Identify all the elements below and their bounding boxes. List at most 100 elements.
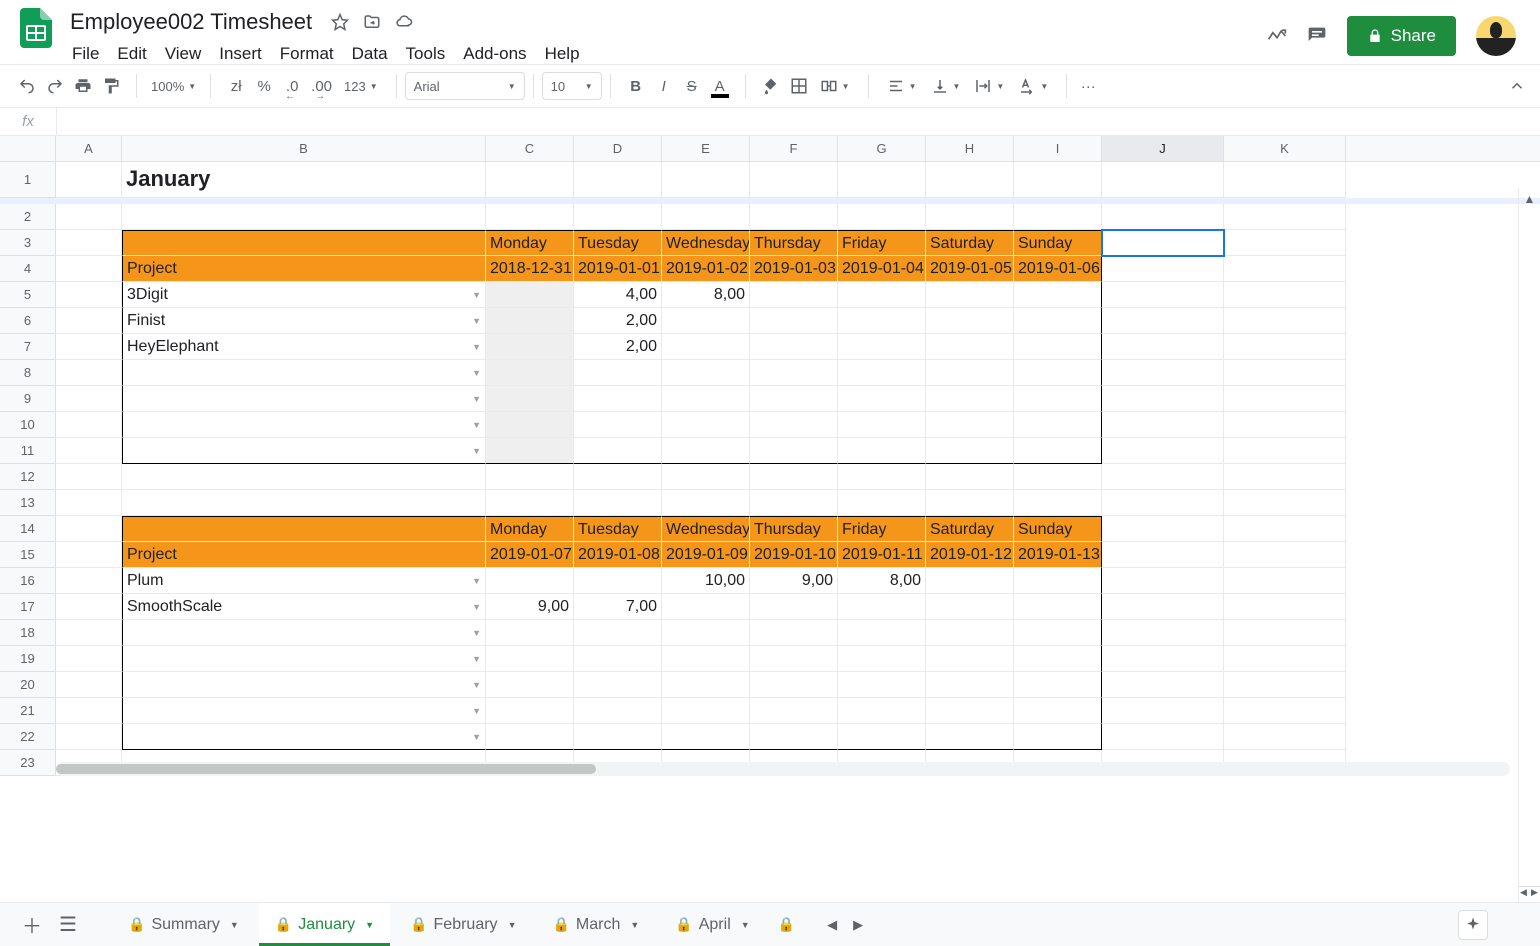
cell[interactable]: Tuesday xyxy=(574,516,662,542)
cell[interactable]: ▼ xyxy=(122,438,486,464)
borders-button[interactable] xyxy=(786,72,812,100)
row-header[interactable]: 18 xyxy=(0,620,56,646)
column-header-H[interactable]: H xyxy=(926,136,1014,161)
cell[interactable] xyxy=(750,334,838,360)
row-header[interactable]: 23 xyxy=(0,750,56,776)
font-family-dropdown[interactable]: Arial▼ xyxy=(405,72,525,100)
cell[interactable] xyxy=(574,646,662,672)
currency-button[interactable]: zł xyxy=(223,72,249,100)
cell[interactable] xyxy=(486,490,574,516)
cell[interactable] xyxy=(1014,162,1102,198)
cell[interactable] xyxy=(838,646,926,672)
all-sheets-button[interactable]: ☰ xyxy=(52,909,84,941)
cell[interactable] xyxy=(1014,568,1102,594)
column-header-I[interactable]: I xyxy=(1014,136,1102,161)
cell[interactable] xyxy=(926,646,1014,672)
cell[interactable] xyxy=(1224,386,1346,412)
cell[interactable]: ▼ xyxy=(122,412,486,438)
paint-format-icon[interactable] xyxy=(98,72,124,100)
cell[interactable] xyxy=(1102,308,1224,334)
cell[interactable]: 2019-01-05 xyxy=(926,256,1014,282)
cell[interactable]: Monday xyxy=(486,230,574,256)
row-header[interactable]: 12 xyxy=(0,464,56,490)
cell[interactable] xyxy=(662,464,750,490)
add-sheet-button[interactable]: ＋ xyxy=(16,909,48,941)
cell[interactable] xyxy=(1102,386,1224,412)
menu-tools[interactable]: Tools xyxy=(398,40,454,68)
column-header-E[interactable]: E xyxy=(662,136,750,161)
cell[interactable] xyxy=(1102,162,1224,198)
formula-input[interactable] xyxy=(56,108,1540,135)
cell[interactable] xyxy=(662,204,750,230)
cell[interactable] xyxy=(926,162,1014,198)
cell[interactable] xyxy=(486,620,574,646)
dropdown-arrow-icon[interactable]: ▼ xyxy=(472,672,481,698)
cell[interactable] xyxy=(1014,438,1102,464)
cell[interactable] xyxy=(926,724,1014,750)
cell[interactable] xyxy=(1014,724,1102,750)
cell[interactable] xyxy=(574,360,662,386)
cell[interactable]: 2019-01-04 xyxy=(838,256,926,282)
move-folder-icon[interactable] xyxy=(362,12,382,32)
cell[interactable] xyxy=(926,386,1014,412)
cell[interactable] xyxy=(486,162,574,198)
cell[interactable] xyxy=(486,412,574,438)
cell[interactable] xyxy=(574,620,662,646)
cell[interactable] xyxy=(1102,230,1224,256)
cell[interactable] xyxy=(1224,464,1346,490)
cell[interactable]: Project xyxy=(122,542,486,568)
cell[interactable] xyxy=(56,360,122,386)
cell[interactable] xyxy=(662,162,750,198)
cell[interactable]: 2019-01-12 xyxy=(926,542,1014,568)
cell[interactable] xyxy=(56,412,122,438)
cell[interactable] xyxy=(1102,724,1224,750)
redo-icon[interactable] xyxy=(42,72,68,100)
cell[interactable] xyxy=(56,464,122,490)
cell[interactable]: Thursday xyxy=(750,230,838,256)
cell[interactable]: Sunday xyxy=(1014,516,1102,542)
cell[interactable] xyxy=(574,490,662,516)
more-toolbar-button[interactable]: ··· xyxy=(1075,72,1101,100)
cell[interactable] xyxy=(1102,412,1224,438)
cell[interactable] xyxy=(574,672,662,698)
zoom-dropdown[interactable]: 100%▼ xyxy=(145,72,202,100)
cell[interactable] xyxy=(1102,568,1224,594)
cell[interactable] xyxy=(750,204,838,230)
scrollbar-thumb[interactable] xyxy=(56,764,596,774)
cell[interactable] xyxy=(1014,672,1102,698)
menu-file[interactable]: File xyxy=(64,40,107,68)
strikethrough-button[interactable]: S xyxy=(679,72,705,100)
cell[interactable] xyxy=(1224,162,1346,198)
column-header-C[interactable]: C xyxy=(486,136,574,161)
cell[interactable] xyxy=(1224,490,1346,516)
cell[interactable] xyxy=(1224,230,1346,256)
column-header-A[interactable]: A xyxy=(56,136,122,161)
cell[interactable]: 2019-01-09 xyxy=(662,542,750,568)
row-header[interactable]: 11 xyxy=(0,438,56,464)
undo-icon[interactable] xyxy=(14,72,40,100)
dropdown-arrow-icon[interactable]: ▼ xyxy=(472,698,481,724)
cell[interactable]: ▼ xyxy=(122,386,486,412)
cell[interactable] xyxy=(1014,594,1102,620)
text-wrap-dropdown[interactable]: ▼ xyxy=(968,72,1010,100)
cell[interactable] xyxy=(662,386,750,412)
cell[interactable] xyxy=(122,230,486,256)
cell[interactable] xyxy=(838,490,926,516)
cell[interactable] xyxy=(662,698,750,724)
h-align-dropdown[interactable]: ▼ xyxy=(881,72,923,100)
dropdown-arrow-icon[interactable]: ▼ xyxy=(472,412,481,438)
cell[interactable] xyxy=(1014,620,1102,646)
cell[interactable] xyxy=(56,204,122,230)
cell[interactable] xyxy=(574,412,662,438)
cell[interactable] xyxy=(56,230,122,256)
cell[interactable] xyxy=(486,698,574,724)
cell[interactable] xyxy=(122,516,486,542)
cell[interactable] xyxy=(926,672,1014,698)
star-icon[interactable] xyxy=(330,12,350,32)
cell[interactable] xyxy=(486,360,574,386)
document-title[interactable]: Employee002 Timesheet xyxy=(64,7,318,37)
cell[interactable] xyxy=(56,516,122,542)
cell[interactable]: ▼ xyxy=(122,360,486,386)
cell[interactable]: Saturday xyxy=(926,230,1014,256)
column-header-F[interactable]: F xyxy=(750,136,838,161)
